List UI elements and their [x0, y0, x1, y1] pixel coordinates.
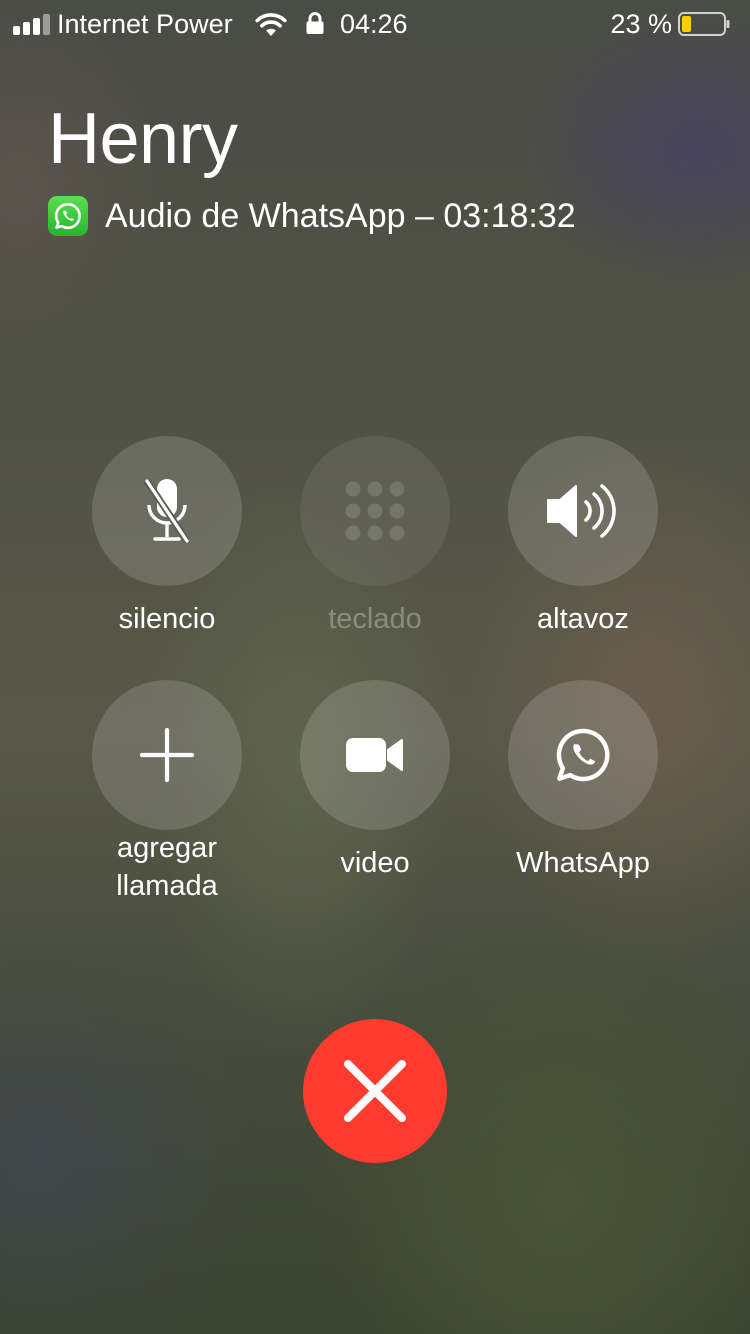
keypad-button[interactable]: teclado [275, 436, 475, 638]
end-call-button[interactable] [303, 1019, 447, 1163]
whatsapp-button[interactable]: WhatsApp [483, 680, 683, 882]
plus-icon [139, 727, 195, 783]
add-call-label-line2: llamada [116, 870, 218, 902]
video-camera-icon [346, 738, 403, 772]
carrier-name: Internet Power [57, 9, 233, 39]
video-label: video [340, 847, 410, 879]
mic-off-icon [144, 479, 190, 543]
call-info: Audio de WhatsApp – 03:18:32 [48, 195, 576, 237]
video-button-circle[interactable] [300, 680, 450, 830]
caller-name: Henry [48, 99, 238, 179]
keypad-icon [345, 481, 405, 541]
close-icon [344, 1060, 406, 1122]
call-type-duration: Audio de WhatsApp – 03:18:32 [105, 196, 576, 235]
signal-strength-icon [13, 13, 51, 35]
wifi-icon [255, 13, 287, 36]
battery-icon [678, 12, 730, 36]
speaker-icon [547, 484, 616, 538]
speaker-button[interactable]: altavoz [483, 436, 683, 638]
battery-percent: 23 % [610, 9, 672, 39]
battery-fill [682, 16, 691, 32]
lock-icon [306, 12, 324, 34]
whatsapp-icon [556, 728, 610, 782]
mute-button-circle[interactable] [92, 436, 242, 586]
mute-label: silencio [118, 603, 216, 635]
add-call-button-circle[interactable] [92, 680, 242, 830]
speaker-label: altavoz [537, 603, 629, 635]
clock: 04:26 [340, 9, 408, 39]
whatsapp-icon [48, 196, 88, 236]
status-bar: Internet Power 04:26 23 % [0, 0, 750, 50]
add-call-label-line1: agregar [117, 832, 217, 864]
whatsapp-label: WhatsApp [516, 847, 650, 879]
keypad-button-circle[interactable] [300, 436, 450, 586]
add-call-button[interactable]: agregar llamada [67, 680, 267, 905]
call-screen: Internet Power 04:26 23 % Henry Audio de… [0, 0, 750, 1334]
mute-button[interactable]: silencio [67, 436, 267, 638]
whatsapp-button-circle[interactable] [508, 680, 658, 830]
video-button[interactable]: video [275, 680, 475, 882]
speaker-button-circle[interactable] [508, 436, 658, 586]
keypad-label: teclado [328, 603, 422, 635]
